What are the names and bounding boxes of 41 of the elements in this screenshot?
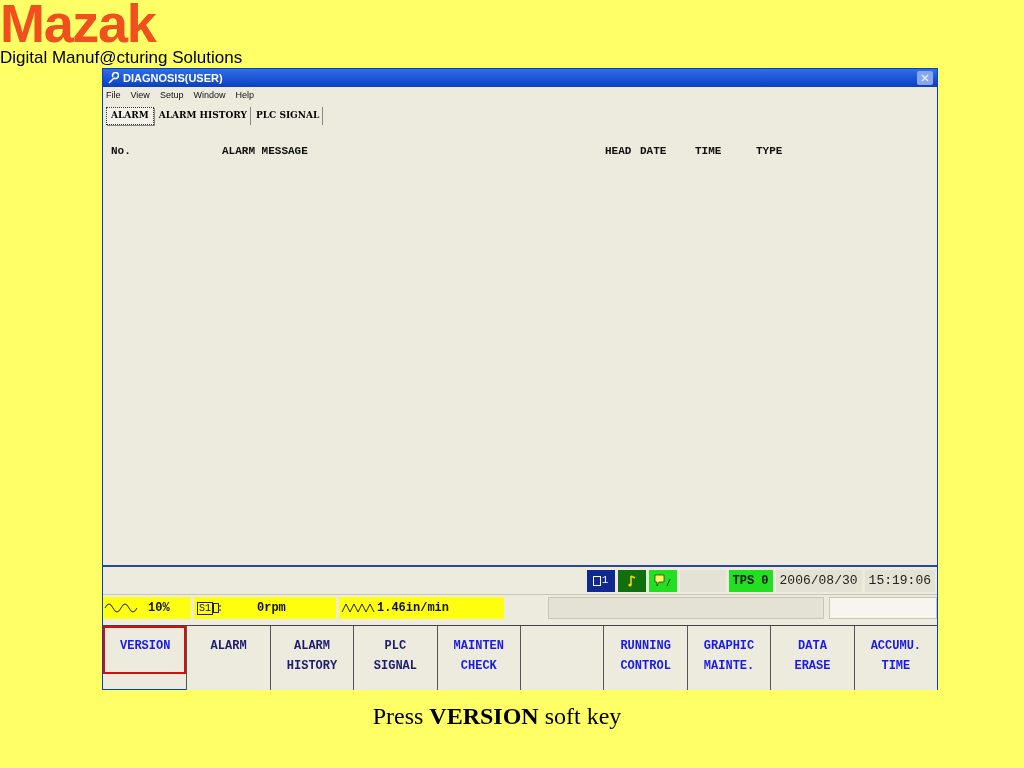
soft-key[interactable]: PLC SIGNAL [353,626,437,690]
feed-display: 1.46in/min [339,597,504,619]
close-icon [921,74,929,82]
column-header: TIME [695,144,722,159]
menu-item[interactable]: View [130,89,150,103]
column-header: HEAD [605,144,632,159]
tps-indicator: TPS 0 [728,569,773,592]
time-display: 15:19:06 [864,569,935,592]
panel-icon [592,575,601,586]
note-icon [626,574,637,587]
column-header: No. [111,144,131,159]
logo: Mazak [0,0,156,46]
column-header: TYPE [756,144,783,159]
soft-key[interactable]: ACCUMU. TIME [853,626,938,690]
override-display: 10% [103,597,191,619]
soft-key[interactable] [520,626,604,690]
zigzag-icon [341,602,375,614]
column-header: DATE [640,144,667,159]
soft-key[interactable]: RUNNING CONTROL [603,626,687,690]
window-title: DIAGNOSIS(USER) [123,70,224,86]
menu-item[interactable]: Help [235,89,254,103]
tab[interactable]: ALARM [106,107,154,125]
menu-item[interactable]: Setup [159,89,184,103]
wave-icon [104,602,138,614]
soft-key[interactable]: GRAPHIC MAINTE. [686,626,771,690]
soft-key[interactable]: MAINTEN CHECK [436,626,521,690]
tagline: Digital Manuf@cturing Solutions [0,48,243,68]
tab[interactable]: ALARM HISTORY [155,107,251,125]
date-display: 2006/08/30 [775,569,862,592]
speech-icon [653,573,672,588]
column-header: ALARM MESSAGE [222,144,308,159]
menu-item[interactable]: File [106,89,121,103]
soft-key[interactable]: VERSION [103,626,187,674]
caption: Press VERSION soft key [372,702,622,731]
soft-key[interactable]: DATA ERASE [770,626,854,690]
menu-item[interactable]: Window [193,89,226,103]
soft-key[interactable]: ALARM HISTORY [269,626,354,690]
soft-key[interactable]: ALARM [186,626,270,690]
tab[interactable]: PLC SIGNAL [253,107,324,125]
spindle-display: S1 0rpm [194,597,336,619]
monitor-indicator: 1 [586,569,615,592]
